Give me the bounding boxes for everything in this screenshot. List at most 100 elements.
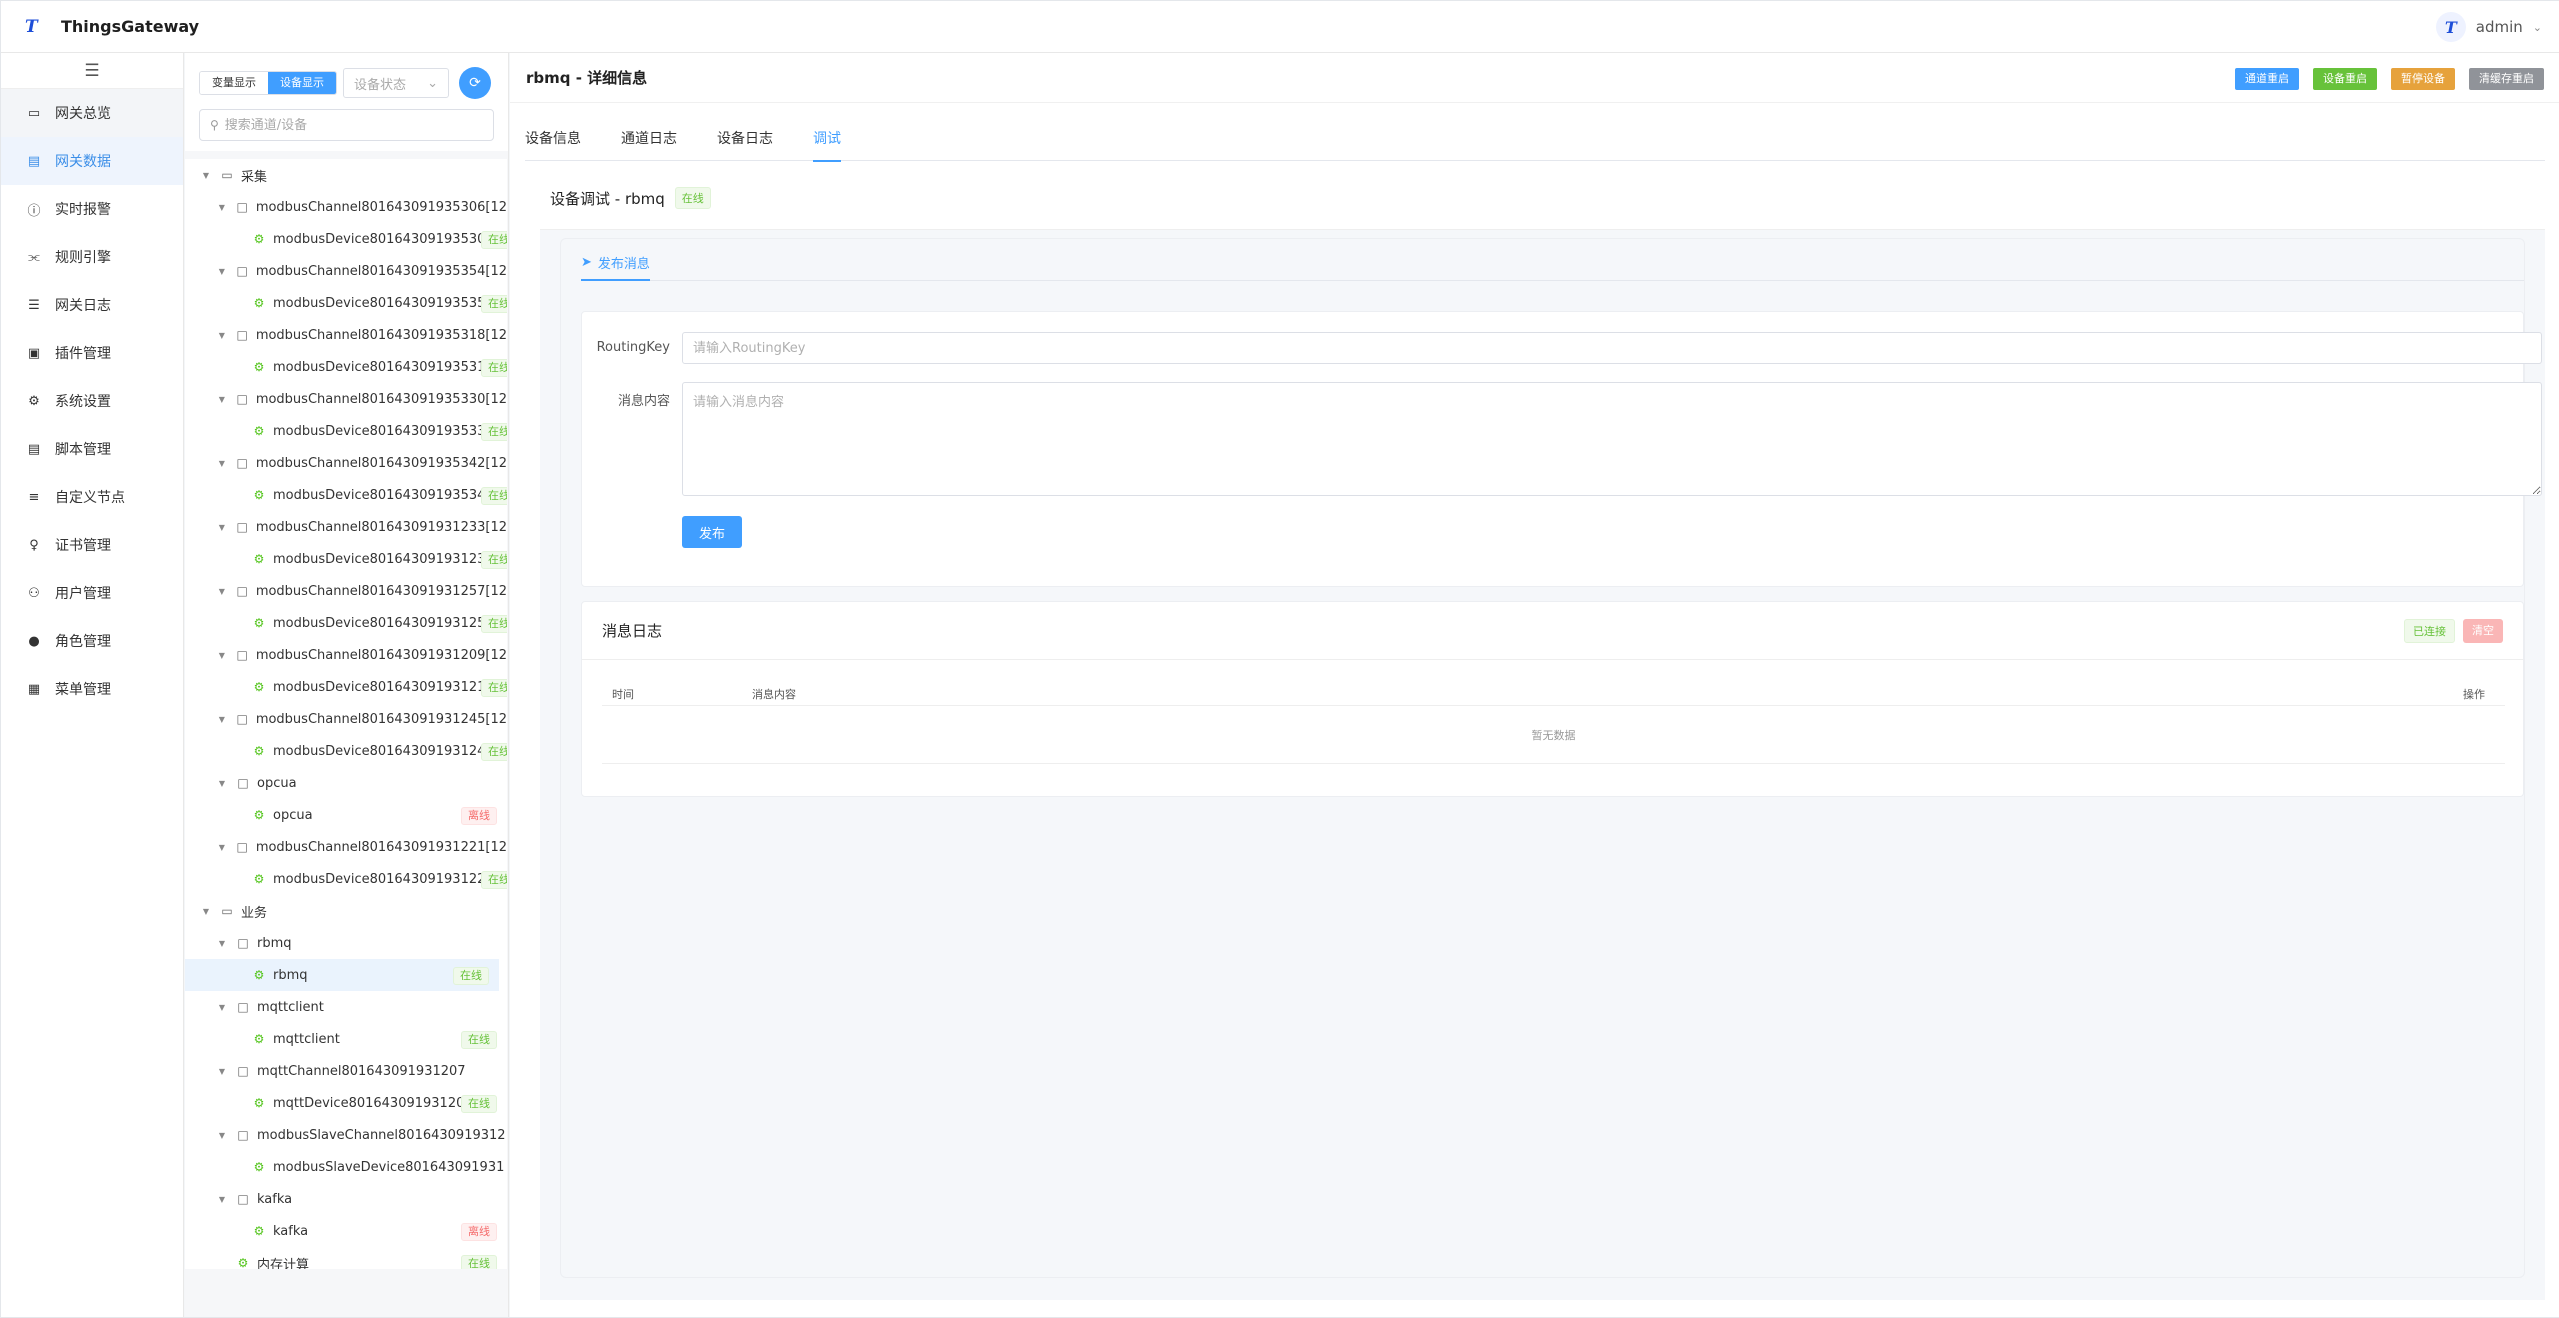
tree-channel-row[interactable]: ▼ □ mqttclient: [185, 991, 507, 1023]
caret-down-icon[interactable]: ▼: [217, 779, 227, 788]
tree-device-row[interactable]: ⚙ modbusDevice801643091935355 在线: [185, 287, 507, 319]
folder-icon: □: [236, 712, 248, 726]
tree-device-row[interactable]: ⚙ 内存计算 在线: [185, 1247, 507, 1269]
tree-search-input[interactable]: [224, 117, 475, 133]
tree-device-row[interactable]: ⚙ mqttclient 在线: [185, 1023, 507, 1055]
tree-root-row[interactable]: ▼ ▭ 采集: [185, 159, 507, 191]
device-display-button[interactable]: 设备显示: [268, 72, 336, 94]
tab-0[interactable]: 设备信息: [525, 127, 581, 161]
tab-publish-message[interactable]: ➤ 发布消息: [581, 253, 650, 281]
folder-icon: □: [237, 936, 249, 950]
tree-device-row[interactable]: ⚙ modbusDevice801643091931210 在线: [185, 671, 507, 703]
menu-icon[interactable]: ☰: [1, 53, 183, 89]
routing-key-input[interactable]: [682, 332, 2542, 364]
device-restart-button[interactable]: 设备重启: [2313, 68, 2377, 90]
tree-channel-row[interactable]: ▼ □ modbusChannel801643091931245[12: [185, 703, 507, 735]
tree-node-label: modbusChannel801643091931209[12: [255, 647, 507, 663]
tree-channel-row[interactable]: ▼ □ modbusChannel801643091931257[12: [185, 575, 507, 607]
sidebar-item-8[interactable]: ≡ 自定义节点: [1, 473, 183, 521]
sidebar-item-11[interactable]: ● 角色管理: [1, 617, 183, 665]
tab-1[interactable]: 通道日志: [621, 127, 677, 161]
tree-channel-row[interactable]: ▼ □ kafka: [185, 1183, 507, 1215]
sidebar-item-7[interactable]: ▤ 脚本管理: [1, 425, 183, 473]
tree-device-row[interactable]: ⚙ modbusDevice801643091931258 在线: [185, 607, 507, 639]
pause-device-button[interactable]: 暂停设备: [2391, 68, 2455, 90]
sidebar-item-10[interactable]: ⚇ 用户管理: [1, 569, 183, 617]
caret-down-icon[interactable]: ▼: [217, 1131, 227, 1140]
tree-device-row[interactable]: ⚙ modbusSlaveDevice801643091931: [185, 1151, 507, 1183]
tab-publish-label: 发布消息: [597, 256, 650, 272]
tree-channel-row[interactable]: ▼ □ modbusChannel801643091935354[12: [185, 255, 507, 287]
tree-device-row[interactable]: ⚙ mqttDevice801643091931208 在线: [185, 1087, 507, 1119]
caret-down-icon[interactable]: ▼: [217, 715, 227, 724]
tree-root-row[interactable]: ▼ ▭ 业务: [185, 895, 507, 927]
caret-down-icon[interactable]: ▼: [201, 907, 211, 916]
tree-device-row[interactable]: ⚙ kafka 离线: [185, 1215, 507, 1247]
tree-channel-row[interactable]: ▼ □ rbmq: [185, 927, 507, 959]
tree-channel-row[interactable]: ▼ □ modbusChannel801643091931209[12: [185, 639, 507, 671]
caret-down-icon[interactable]: ▼: [217, 267, 227, 276]
tree-node-label: modbusDevice801643091931234: [273, 551, 494, 567]
app-logo: T: [25, 16, 38, 37]
tree-device-row[interactable]: ⚙ rbmq 在线: [185, 959, 499, 991]
caret-down-icon[interactable]: ▼: [217, 395, 227, 404]
chevron-down-icon[interactable]: ⌄: [2533, 21, 2542, 34]
tree-node-label: modbusChannel801643091935318[12: [255, 327, 507, 343]
sidebar-item-9[interactable]: ♀ 证书管理: [1, 521, 183, 569]
tree-channel-row[interactable]: ▼ □ modbusChannel801643091935330[12: [185, 383, 507, 415]
sidebar-item-3[interactable]: ⫘ 规则引擎: [1, 233, 183, 281]
variable-display-button[interactable]: 变量显示: [200, 72, 268, 94]
caret-down-icon[interactable]: ▼: [217, 651, 227, 660]
tree-device-row[interactable]: ⚙ opcua 离线: [185, 799, 507, 831]
sidebar-item-5[interactable]: ▣ 插件管理: [1, 329, 183, 377]
certificate-icon: ♀: [29, 537, 39, 553]
caret-down-icon[interactable]: ▼: [217, 331, 227, 340]
caret-down-icon[interactable]: ▼: [217, 1003, 227, 1012]
tree-channel-row[interactable]: ▼ □ modbusChannel801643091935342[12: [185, 447, 507, 479]
tree-channel-row[interactable]: ▼ □ modbusChannel801643091935318[12: [185, 319, 507, 351]
refresh-icon[interactable]: ⟳: [459, 67, 491, 99]
sidebar-item-6[interactable]: ⚙ 系统设置: [1, 377, 183, 425]
tree-channel-row[interactable]: ▼ □ modbusChannel801643091931221[12: [185, 831, 507, 863]
caret-down-icon[interactable]: ▼: [217, 459, 227, 468]
sidebar-item-4[interactable]: ☰ 网关日志: [1, 281, 183, 329]
sidebar-item-0[interactable]: ▭ 网关总览: [1, 89, 183, 137]
channel-restart-button[interactable]: 通道重启: [2235, 68, 2299, 90]
tree-channel-row[interactable]: ▼ □ modbusChannel801643091931233[12: [185, 511, 507, 543]
tab-3[interactable]: 调试: [813, 127, 841, 162]
grid-icon: ▦: [27, 681, 41, 697]
sidebar-item-1[interactable]: ▤ 网关数据: [1, 137, 183, 185]
caret-down-icon[interactable]: ▼: [217, 1067, 227, 1076]
caret-down-icon[interactable]: ▼: [201, 171, 211, 180]
status-badge: 离线: [461, 807, 497, 825]
caret-down-icon[interactable]: ▼: [217, 939, 227, 948]
tree-device-row[interactable]: ⚙ modbusDevice801643091935343 在线: [185, 479, 507, 511]
sidebar-item-12[interactable]: ▦ 菜单管理: [1, 665, 183, 713]
tree-channel-row[interactable]: ▼ □ opcua: [185, 767, 507, 799]
caret-down-icon[interactable]: ▼: [217, 203, 227, 212]
clear-cache-restart-button[interactable]: 清缓存重启: [2469, 68, 2544, 90]
sidebar-item-2[interactable]: ⓘ 实时报警: [1, 185, 183, 233]
tree-device-row[interactable]: ⚙ modbusDevice801643091935307 在线: [185, 223, 507, 255]
message-content-input[interactable]: [682, 382, 2542, 496]
tree-channel-row[interactable]: ▼ □ mqttChannel801643091931207: [185, 1055, 507, 1087]
caret-down-icon[interactable]: ▼: [217, 1195, 227, 1204]
tree-device-row[interactable]: ⚙ modbusDevice801643091935319 在线: [185, 351, 507, 383]
caret-down-icon[interactable]: ▼: [217, 843, 227, 852]
caret-down-icon[interactable]: ▼: [217, 587, 227, 596]
tab-2[interactable]: 设备日志: [717, 127, 773, 161]
user-name[interactable]: admin: [2476, 18, 2523, 36]
tree-channel-row[interactable]: ▼ □ modbusSlaveChannel8016430919312: [185, 1119, 507, 1151]
avatar[interactable]: T: [2435, 12, 2466, 42]
tree-device-row[interactable]: ⚙ modbusDevice801643091931234 在线: [185, 543, 507, 575]
clear-log-button[interactable]: 清空: [2463, 619, 2503, 643]
device-status-select[interactable]: 设备状态 ⌄: [343, 68, 449, 98]
publish-button[interactable]: 发布: [682, 516, 742, 548]
tree-device-row[interactable]: ⚙ modbusDevice801643091931222 在线: [185, 863, 507, 895]
tree-device-row[interactable]: ⚙ modbusDevice801643091935331 在线: [185, 415, 507, 447]
tree-device-row[interactable]: ⚙ modbusDevice801643091931246 在线: [185, 735, 507, 767]
status-badge: 在线: [481, 231, 507, 249]
caret-down-icon[interactable]: ▼: [217, 523, 227, 532]
user-menu[interactable]: T admin ⌄: [2435, 12, 2542, 42]
tree-channel-row[interactable]: ▼ □ modbusChannel801643091935306[12: [185, 191, 507, 223]
